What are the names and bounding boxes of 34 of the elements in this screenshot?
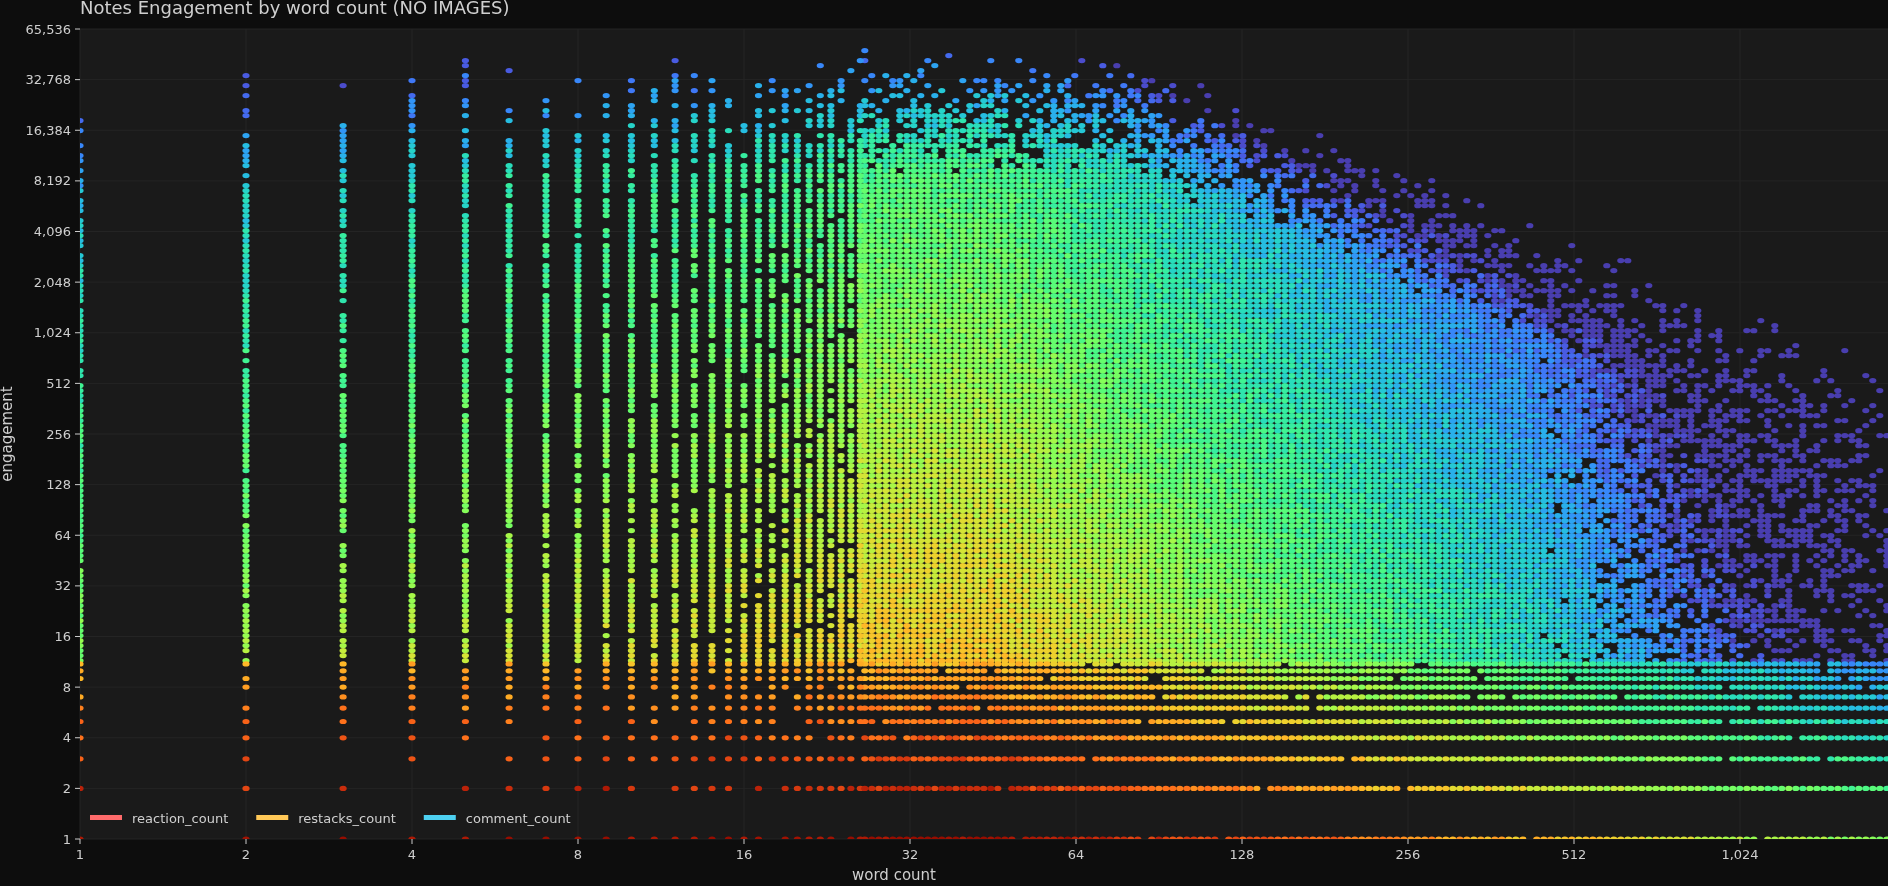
y-tick-label: 2,048 bbox=[33, 274, 71, 290]
x-tick-label: 1,024 bbox=[1721, 847, 1759, 862]
y-tick-label: 512 bbox=[46, 375, 71, 391]
y-tick-label: 32 bbox=[54, 578, 71, 594]
y-tick-label: 8 bbox=[62, 679, 71, 695]
y-axis-label: engagement bbox=[0, 386, 16, 482]
x-tick-label: 32 bbox=[901, 847, 919, 862]
chart-title: Notes Engagement by word count (NO IMAGES) bbox=[80, 0, 510, 18]
x-tick-label: 128 bbox=[1229, 847, 1255, 862]
x-tick-label: 8 bbox=[573, 847, 583, 862]
legend-label: reaction_count bbox=[132, 811, 229, 826]
y-tick-label: 256 bbox=[46, 426, 71, 442]
x-tick-label: 256 bbox=[1395, 847, 1421, 862]
y-tick-label: 32,768 bbox=[25, 72, 71, 88]
y-tick-label: 4 bbox=[62, 730, 71, 746]
x-axis-label: word count bbox=[852, 866, 936, 884]
x-tick-label: 512 bbox=[1561, 847, 1587, 862]
y-tick-label: 16,384 bbox=[25, 122, 71, 138]
x-tick-label: 1 bbox=[75, 847, 85, 862]
x-tick-label: 4 bbox=[407, 847, 417, 862]
y-tick-label: 64 bbox=[54, 527, 71, 543]
x-tick-label: 16 bbox=[735, 847, 753, 862]
y-tick-label: 128 bbox=[46, 477, 71, 493]
legend-label: comment_count bbox=[465, 811, 571, 826]
y-tick-label: 65,536 bbox=[25, 21, 71, 37]
y-tick-label: 4,096 bbox=[33, 224, 71, 239]
x-tick-label: 64 bbox=[1067, 847, 1085, 862]
y-tick-label: 8,192 bbox=[33, 173, 71, 189]
y-tick-label: 1,024 bbox=[33, 325, 71, 341]
y-tick-label: 2 bbox=[62, 780, 71, 796]
y-tick-label: 1 bbox=[62, 831, 71, 847]
legend-label: restacks_count bbox=[298, 811, 396, 826]
x-tick-label: 2 bbox=[241, 847, 251, 862]
y-tick-label: 16 bbox=[54, 629, 71, 644]
